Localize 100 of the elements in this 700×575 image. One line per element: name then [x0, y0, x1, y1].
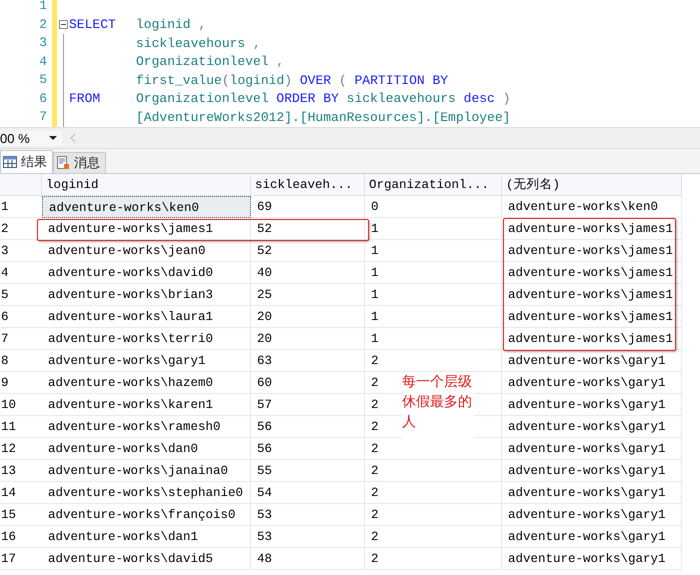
- line-number: 6: [38, 90, 48, 108]
- table-cell: 2: [365, 504, 502, 526]
- row-number: 17: [0, 548, 42, 570]
- table-cell: 1: [365, 240, 502, 262]
- column-header[interactable]: Organizationl...: [365, 174, 502, 196]
- code-token: [AdventureWorks2012].[HumanResources].[Employee]: [136, 110, 510, 125]
- row-number: 12: [0, 438, 42, 460]
- table-cell: 69: [251, 196, 365, 218]
- row-number: 16: [0, 526, 42, 548]
- table-cell: 52: [251, 240, 365, 262]
- table-cell: adventure-works\françois0: [42, 504, 251, 526]
- line-number: 5: [38, 71, 48, 89]
- row-number: 2: [0, 218, 42, 240]
- table-cell: adventure-works\jean0: [42, 240, 251, 262]
- table-cell: 2: [365, 460, 502, 482]
- table-cell: adventure-works\gary1: [502, 526, 682, 548]
- table-cell: 2: [365, 526, 502, 548]
- table-cell: adventure-works\ken0: [502, 196, 682, 218]
- row-number: 4: [0, 262, 42, 284]
- table-cell: adventure-works\dan0: [42, 438, 251, 460]
- table-cell: adventure-works\james1: [502, 218, 682, 240]
- table-cell: 1: [365, 218, 502, 240]
- scroll-left-icon[interactable]: [70, 133, 76, 143]
- table-cell: adventure-works\gary1: [502, 482, 682, 504]
- table-cell: 56: [251, 416, 365, 438]
- line-number: 4: [38, 52, 48, 70]
- table-cell: 54: [251, 482, 365, 504]
- row-number: 5: [0, 284, 42, 306]
- code-token: ,: [276, 54, 284, 70]
- table-cell: adventure-works\gary1: [502, 350, 682, 372]
- table-cell: adventure-works\stephanie0: [42, 482, 251, 504]
- zoom-dropdown[interactable]: 00 %: [0, 130, 62, 146]
- table-cell: adventure-works\james1: [502, 306, 682, 328]
- row-number: 8: [0, 350, 42, 372]
- line-number: 1: [38, 0, 48, 15]
- row-number: 9: [0, 372, 42, 394]
- code-token: ,: [198, 17, 206, 32]
- collapse-icon[interactable]: [58, 20, 68, 30]
- table-cell: adventure-works\brian3: [42, 284, 251, 306]
- table-cell: adventure-works\gary1: [502, 548, 682, 570]
- row-number: 15: [0, 504, 42, 526]
- code-token: sickleavehours: [346, 91, 456, 106]
- code-token: loginid: [136, 17, 191, 32]
- sql-keyword: FROM: [69, 91, 100, 106]
- table-cell: adventure-works\hazem0: [42, 372, 251, 394]
- line-number: 2: [38, 16, 48, 34]
- code-token: (: [338, 72, 347, 88]
- grid-icon: [3, 156, 17, 168]
- code-token: ): [284, 72, 292, 88]
- table-cell: adventure-works\james1: [42, 218, 251, 240]
- table-cell: adventure-works\dan1: [42, 526, 251, 548]
- table-cell: 1: [365, 328, 502, 350]
- table-cell: 1: [365, 284, 502, 306]
- table-cell: adventure-works\karen1: [42, 394, 251, 416]
- table-cell: 57: [251, 394, 365, 416]
- table-cell: adventure-works\ramesh0: [42, 416, 251, 438]
- row-number: 6: [0, 306, 42, 328]
- column-header[interactable]: loginid: [42, 174, 251, 196]
- result-tab[interactable]: 消息: [53, 152, 106, 173]
- table-cell: adventure-works\james1: [502, 240, 682, 262]
- table-cell: 2: [365, 548, 502, 570]
- table-cell: 56: [251, 438, 365, 460]
- table-cell: adventure-works\james1: [502, 284, 682, 306]
- table-cell: 48: [251, 548, 365, 570]
- table-cell: 63: [251, 350, 365, 372]
- row-number: 10: [0, 394, 42, 416]
- header-corner[interactable]: [0, 174, 42, 196]
- table-cell: 60: [251, 372, 365, 394]
- result-tab[interactable]: 结果: [0, 150, 53, 173]
- table-cell: adventure-works\ken0: [42, 196, 251, 218]
- table-cell: 1: [365, 306, 502, 328]
- code-token: desc: [464, 91, 495, 106]
- code-token: loginid: [230, 72, 284, 88]
- table-cell: adventure-works\david0: [42, 262, 251, 284]
- column-header[interactable]: (无列名): [502, 174, 682, 196]
- table-cell: adventure-works\gary1: [502, 460, 682, 482]
- table-cell: 55: [251, 460, 365, 482]
- table-cell: adventure-works\gary1: [502, 394, 682, 416]
- table-cell: adventure-works\james1: [502, 328, 682, 350]
- table-cell: 20: [251, 328, 365, 350]
- table-cell: 53: [251, 504, 365, 526]
- table-cell: 0: [365, 196, 502, 218]
- column-header[interactable]: sickleaveh...: [251, 174, 365, 196]
- table-cell: 20: [251, 306, 365, 328]
- table-cell: adventure-works\james1: [502, 262, 682, 284]
- table-cell: adventure-works\terri0: [42, 328, 251, 350]
- table-cell: adventure-works\gary1: [502, 438, 682, 460]
- sql-keyword: SELECT: [69, 17, 116, 32]
- document-icon: [56, 156, 70, 170]
- row-number: 3: [0, 240, 42, 262]
- code-token: ORDER BY: [276, 91, 339, 106]
- table-cell: adventure-works\janaina0: [42, 460, 251, 482]
- code-token: Organizationlevel: [136, 54, 269, 70]
- code-token: (: [222, 72, 230, 88]
- table-cell: 2: [365, 482, 502, 504]
- caret-icon: [49, 136, 57, 140]
- table-cell: adventure-works\gary1: [502, 504, 682, 526]
- table-cell: 52: [251, 218, 365, 240]
- table-cell: 25: [251, 284, 365, 306]
- code-token: PARTITION BY: [354, 72, 448, 88]
